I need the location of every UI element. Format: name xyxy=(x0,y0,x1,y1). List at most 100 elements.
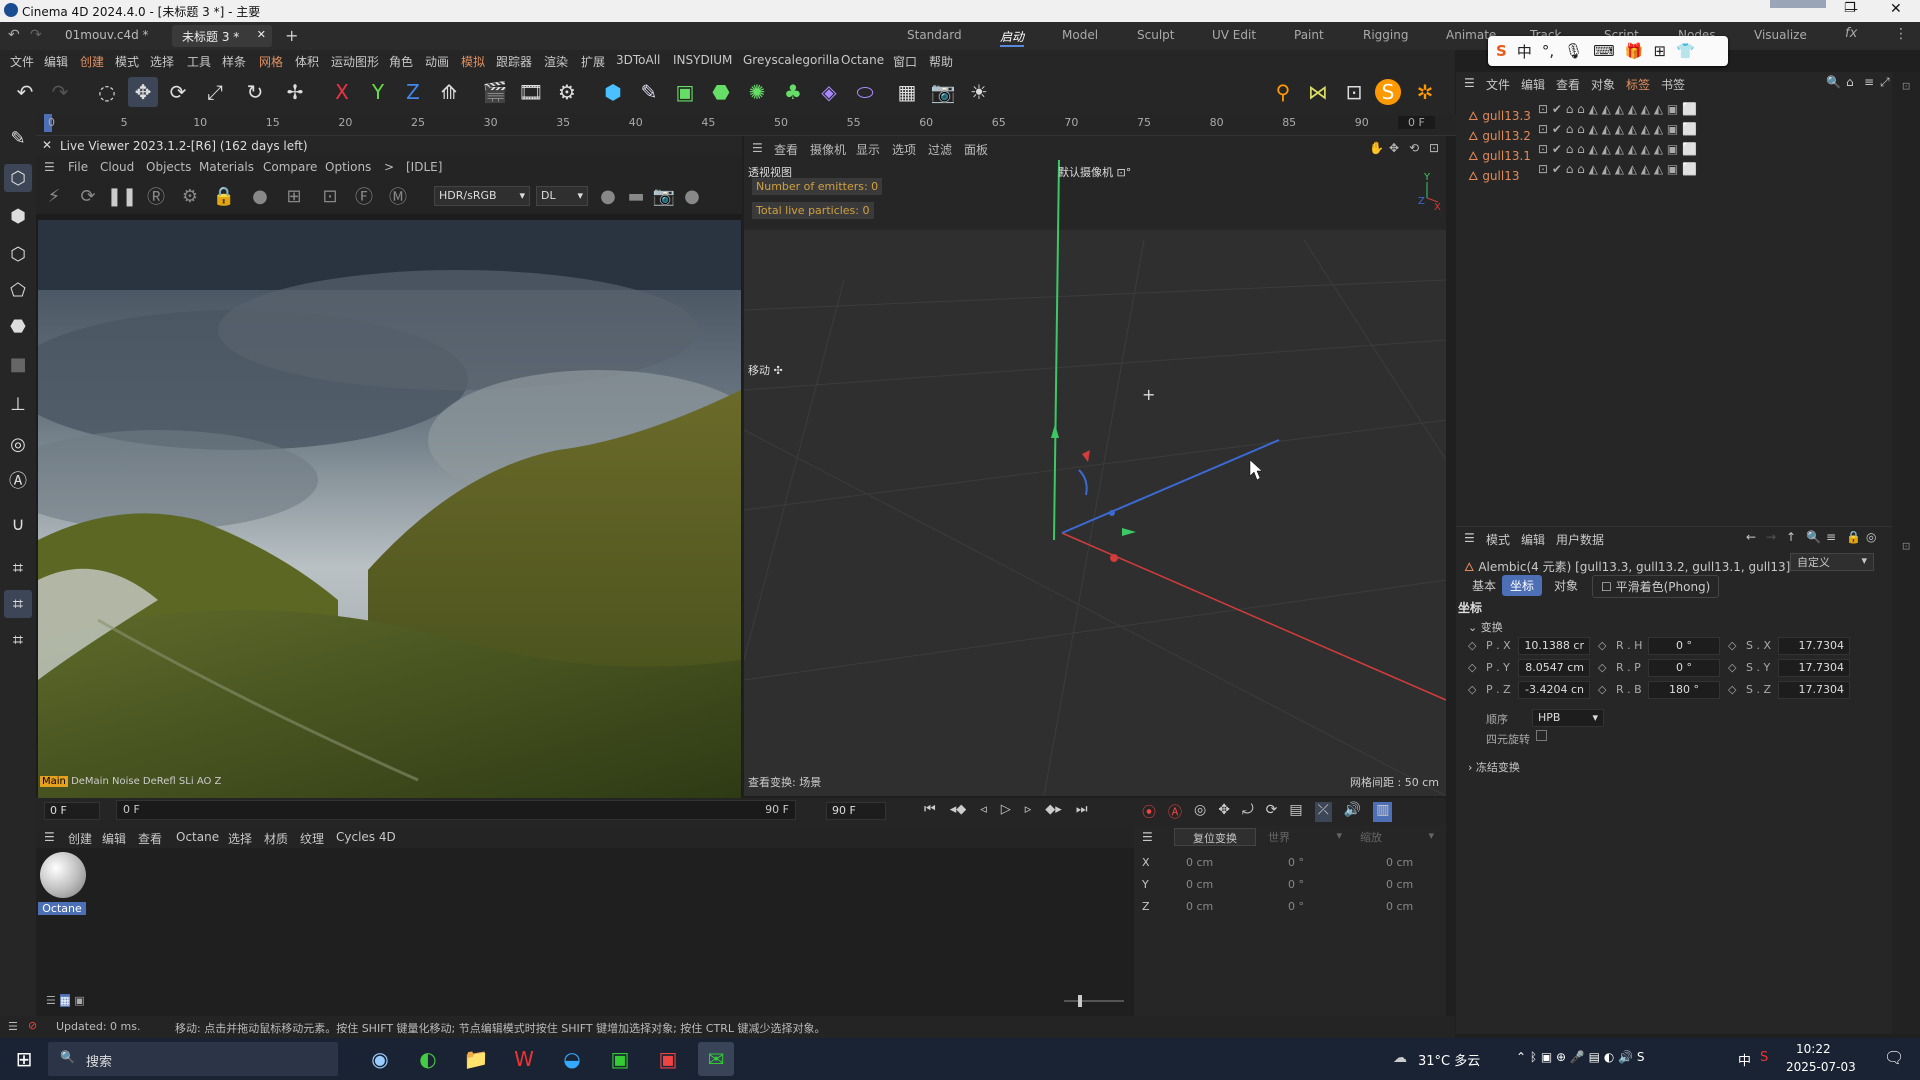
planar-workplane-icon[interactable]: ⌗ xyxy=(4,626,32,654)
solo-icon[interactable]: Ⓐ xyxy=(4,466,32,494)
keyframe-icon[interactable]: ◇ xyxy=(1468,683,1476,696)
polygons-mode-icon[interactable]: ⬣ xyxy=(4,312,32,340)
film-icon[interactable]: ▬ xyxy=(624,184,648,208)
rh-field[interactable]: 0 ° xyxy=(1648,637,1720,655)
rotate-tool-icon[interactable]: ⟳ xyxy=(163,77,193,107)
world-select[interactable]: 世界 ▾ xyxy=(1264,828,1346,846)
coord-z-pos[interactable]: 0 cm xyxy=(1186,900,1213,913)
phong-checkbox[interactable]: ☐ xyxy=(1601,580,1616,594)
clock-date[interactable]: 2025-07-03 xyxy=(1786,1060,1856,1074)
keyframe-icon[interactable]: ◇ xyxy=(1728,683,1736,696)
red-app-icon[interactable]: ▣ xyxy=(650,1042,686,1076)
vp-menu-display[interactable]: 显示 xyxy=(856,141,880,158)
lv-menu-compare[interactable]: Compare xyxy=(263,160,317,174)
sx-field[interactable]: 17.7304 xyxy=(1778,637,1850,655)
timeline-mode-icon[interactable]: ▥ xyxy=(1373,802,1393,822)
cube-icon[interactable]: ⬢ xyxy=(598,77,628,107)
file-explorer-icon[interactable]: 📁 xyxy=(458,1042,494,1076)
add-icon[interactable]: ⊞ xyxy=(282,184,306,208)
mm-menu-octane[interactable]: Octane xyxy=(176,830,219,844)
am-hamburger-icon[interactable]: ☰ xyxy=(1464,531,1475,545)
keyframe-icon[interactable]: ◇ xyxy=(1598,683,1606,696)
object-row[interactable]: 🜂 gull13.3 ⊡ ✔ ⌂ ⌂ ◭ ◭ ◭ ◭ ◭ ◭ ▣ ⬜ xyxy=(1468,102,1697,123)
keyframe-icon[interactable]: ◇ xyxy=(1468,639,1476,652)
clock-time[interactable]: 10:22 xyxy=(1796,1042,1831,1056)
om-menu-file[interactable]: 文件 xyxy=(1486,76,1510,93)
grid-menu-icon[interactable]: ⊞ xyxy=(1654,42,1667,60)
lv-menu-more[interactable]: > xyxy=(384,160,394,174)
om-hamburger-icon[interactable]: ☰ xyxy=(1464,76,1475,90)
tab-object[interactable]: 对象 xyxy=(1546,575,1586,596)
keyframe-icon[interactable]: ◇ xyxy=(1598,639,1606,652)
lv-menu-cloud[interactable]: Cloud xyxy=(100,160,134,174)
key-param-icon[interactable]: ▤ xyxy=(1289,802,1302,822)
key-rotation-icon[interactable]: ⤾ xyxy=(1242,802,1254,822)
punctuation-icon[interactable]: °, xyxy=(1542,42,1554,60)
plugin-s-icon[interactable]: S xyxy=(1375,79,1401,105)
sogou-tray-icon[interactable]: S xyxy=(1760,1050,1768,1065)
pen-icon[interactable]: ✎ xyxy=(634,77,664,107)
coord-x-rot[interactable]: 0 ° xyxy=(1288,856,1304,869)
mm-menu-create[interactable]: 创建 xyxy=(68,830,92,847)
pause-render-icon[interactable]: ❚❚ xyxy=(107,184,137,208)
keyframe-icon[interactable]: ◇ xyxy=(1728,661,1736,674)
floor-icon[interactable]: ▦ xyxy=(892,77,922,107)
close-window-icon[interactable]: ✕ xyxy=(1890,1,1902,17)
mm-menu-material[interactable]: 材质 xyxy=(264,830,288,847)
menu-file[interactable]: 文件 xyxy=(10,53,34,70)
layout-model[interactable]: Model xyxy=(1062,28,1098,42)
menu-simulate[interactable]: 模拟 xyxy=(461,53,485,70)
fx-icon[interactable]: fx xyxy=(1845,26,1857,41)
object-row[interactable]: 🜂 gull13.2 ⊡ ✔ ⌂ ⌂ ◭ ◭ ◭ ◭ ◭ ◭ ▣ ⬜ xyxy=(1468,122,1697,143)
menu-octane[interactable]: Octane xyxy=(841,53,884,67)
tray-icons[interactable]: ⌃ ᛒ ▣ ⊕ 🎤 ▤ ◐ 🔊 S xyxy=(1516,1050,1644,1064)
render-view-icon[interactable]: 🎞 xyxy=(516,77,546,107)
cm-hamburger-icon[interactable]: ☰ xyxy=(1142,830,1153,844)
notification-icon[interactable]: 🗨 xyxy=(1884,1048,1904,1067)
status-hamburger-icon[interactable]: ☰ xyxy=(8,1020,18,1033)
menu-mograph[interactable]: 运动图形 xyxy=(331,53,379,70)
strip-tab-1[interactable]: ⊡ xyxy=(1900,82,1911,90)
om-filter-icon[interactable]: ≡ xyxy=(1864,75,1874,89)
key-scale-icon[interactable]: ⟳ xyxy=(1266,802,1278,822)
windows-start-icon[interactable]: ⊞ xyxy=(6,1042,42,1076)
wechat-icon[interactable]: ✉ xyxy=(698,1042,734,1076)
axis-mode-icon[interactable]: ⊥ xyxy=(4,390,32,418)
taskbar-search[interactable]: 🔍 搜索 xyxy=(48,1042,338,1076)
close-panel-icon[interactable]: ✕ xyxy=(42,138,52,152)
object-name[interactable]: gull13.2 xyxy=(1482,129,1531,143)
forward-arrow-icon[interactable]: → xyxy=(1766,530,1776,544)
layout-sculpt[interactable]: Sculpt xyxy=(1137,28,1174,42)
tab-untitled-3[interactable]: 未标题 3 * ✕ xyxy=(172,25,272,47)
max-frame-field[interactable]: 90 F xyxy=(826,802,886,820)
coord-x-pos[interactable]: 0 cm xyxy=(1186,856,1213,869)
object-name[interactable]: gull13.1 xyxy=(1482,149,1531,163)
layout-visualize[interactable]: Visualize xyxy=(1754,28,1807,42)
menu-character[interactable]: 角色 xyxy=(389,53,413,70)
key-pla-icon[interactable]: ⤫ xyxy=(1314,802,1332,822)
tweak-icon[interactable]: ◎ xyxy=(4,430,32,458)
close-tab-icon[interactable]: ✕ xyxy=(257,28,266,41)
menu-render[interactable]: 渲染 xyxy=(544,53,568,70)
pz-field[interactable]: -3.4204 cn xyxy=(1518,681,1590,699)
microphone-icon[interactable]: 🎙 xyxy=(1564,42,1583,60)
lv-menu-options[interactable]: Options xyxy=(325,160,371,174)
scale-select[interactable]: 缩放 ▾ xyxy=(1356,828,1438,846)
menu-mode[interactable]: 模式 xyxy=(115,53,139,70)
preset-select[interactable]: 自定义 ▾ xyxy=(1790,553,1874,571)
pass-demain[interactable]: DeMain xyxy=(71,776,109,787)
subdivision-icon[interactable]: ▣ xyxy=(670,77,700,107)
menu-insydium[interactable]: INSYDIUM xyxy=(673,53,732,67)
orbit-icon[interactable]: ⟲ xyxy=(1409,141,1419,155)
menu-greyscalegorilla[interactable]: Greyscalegorilla xyxy=(743,53,840,67)
prev-frame-icon[interactable]: ◃ xyxy=(980,802,987,817)
gift-icon[interactable]: 🎁 xyxy=(1625,42,1644,60)
mm-menu-view[interactable]: 查看 xyxy=(138,830,162,847)
mm-menu-select[interactable]: 选择 xyxy=(228,830,252,847)
layout-startup[interactable]: 启动 xyxy=(1000,28,1025,47)
ime-lang[interactable]: 中 xyxy=(1517,41,1532,62)
reset-transform-button[interactable]: 复位变换 xyxy=(1174,828,1256,846)
green-app-icon[interactable]: ▣ xyxy=(602,1042,638,1076)
sphere-icon[interactable]: ● xyxy=(248,184,272,208)
vp-menu-view[interactable]: 查看 xyxy=(774,141,798,158)
